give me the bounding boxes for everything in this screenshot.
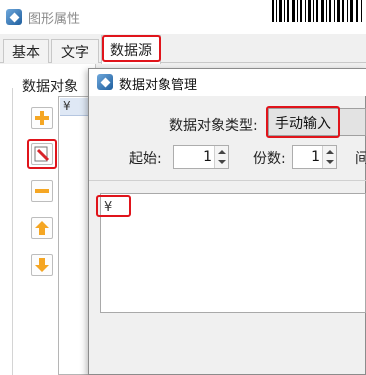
move-up-button[interactable]	[31, 217, 53, 239]
start-stepper[interactable]: 1	[173, 145, 229, 169]
start-label: 起始:	[129, 151, 162, 167]
minus-icon	[35, 189, 49, 193]
add-button[interactable]	[31, 107, 53, 129]
copies-label: 份数:	[253, 151, 286, 167]
remove-button[interactable]	[31, 180, 53, 202]
content-highlight	[96, 195, 131, 217]
data-objects-label: 数据对象	[22, 79, 78, 95]
move-down-button[interactable]	[31, 254, 53, 276]
tab-text-label: 文字	[61, 44, 89, 61]
copies-stepper-arrows[interactable]	[322, 146, 336, 168]
tab-text[interactable]: 文字	[51, 39, 99, 63]
dialog-separator	[89, 180, 366, 181]
edit-button-highlight	[27, 139, 57, 169]
pane-divider	[12, 88, 13, 375]
outer-window-title: 图形属性	[28, 12, 81, 27]
app-icon	[97, 74, 113, 90]
list-item-label: ¥	[63, 99, 71, 113]
app-icon	[6, 9, 22, 25]
start-value: 1	[203, 149, 212, 165]
outer-title-bar: 图形属性	[0, 0, 366, 34]
inner-title-bar: 数据对象管理	[89, 69, 366, 96]
tab-highlight-box	[102, 35, 161, 62]
interval-label: 间	[355, 151, 366, 167]
barcode-graphic	[272, 0, 362, 22]
object-type-label: 数据对象类型:	[169, 118, 258, 134]
plus-icon	[35, 111, 49, 125]
arrow-up-icon	[35, 221, 49, 235]
copies-stepper[interactable]: 1	[292, 145, 337, 169]
data-object-list[interactable]	[58, 96, 92, 375]
start-stepper-arrows[interactable]	[214, 146, 228, 168]
arrow-down-icon	[35, 258, 49, 272]
inner-window-title: 数据对象管理	[119, 78, 198, 93]
tab-basic[interactable]: 基本	[3, 39, 49, 63]
content-textarea[interactable]: ¥	[100, 193, 366, 313]
copies-value: 1	[311, 149, 320, 165]
object-type-highlight	[266, 106, 340, 138]
tab-basic-label: 基本	[12, 44, 40, 61]
